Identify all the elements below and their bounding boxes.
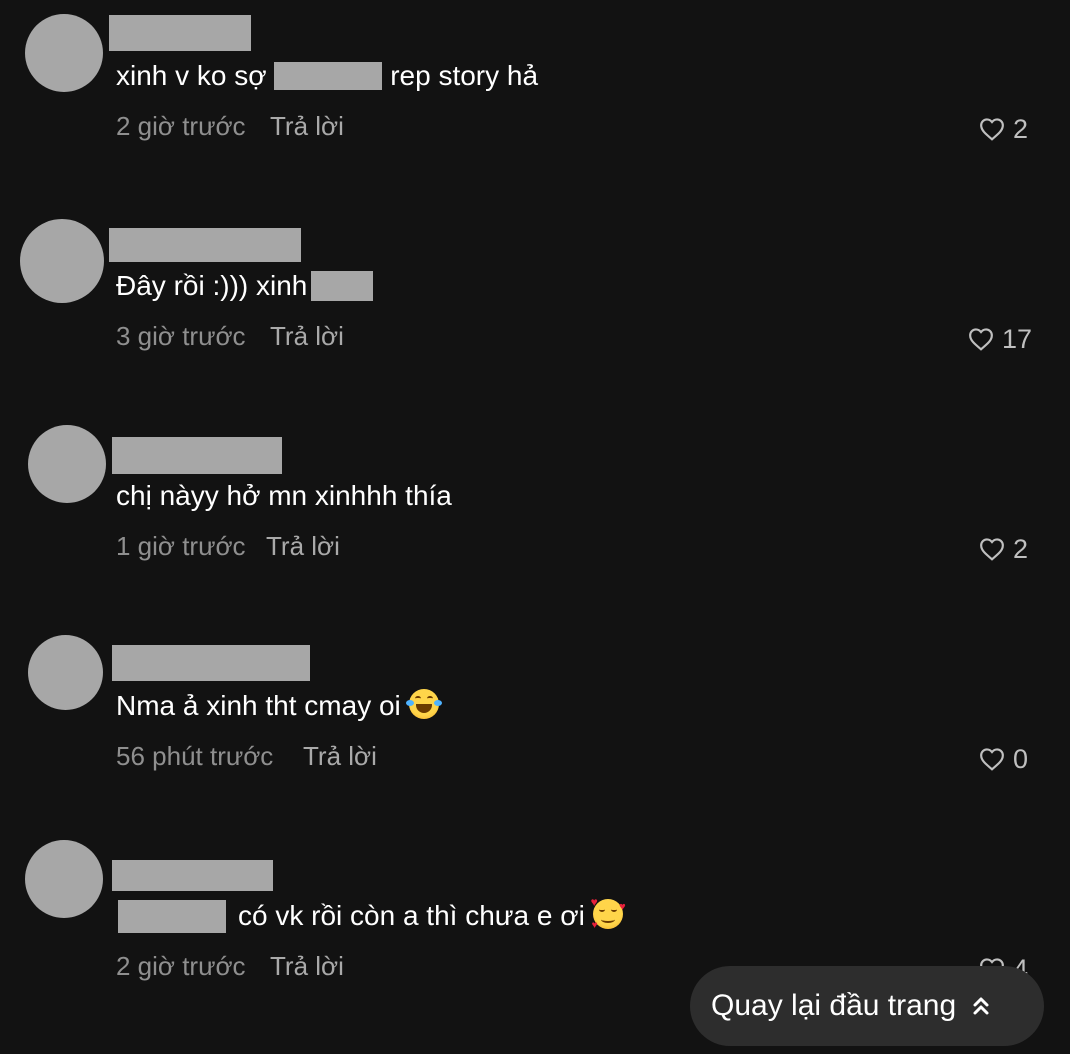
redacted-text	[118, 900, 226, 933]
comment-item: Nma ả xinh tht cmay oi 56 phút trước Trả…	[0, 630, 1070, 830]
heart-icon	[980, 118, 1004, 141]
like-count: 0	[1012, 744, 1028, 774]
comment-item: Đây rồi :))) xinh 3 giờ trước Trả lời 17	[0, 210, 1070, 410]
comment-time: 56 phút trước	[116, 741, 274, 771]
like-count: 17	[1001, 324, 1032, 354]
like-button[interactable]: 2	[979, 533, 1028, 565]
redacted-username[interactable]	[109, 15, 251, 51]
avatar[interactable]	[25, 840, 103, 918]
heart-icon	[980, 748, 1004, 771]
like-count: 2	[1012, 534, 1028, 564]
reply-button[interactable]: Trả lời	[303, 740, 377, 772]
like-count: 2	[1012, 114, 1028, 144]
heart-icon	[980, 538, 1004, 561]
smiling-face-with-hearts-emoji: ♥ ♥ ♥	[590, 895, 626, 931]
redacted-username[interactable]	[112, 860, 273, 891]
comment-text: xinh v ko sợ rep story hả	[116, 60, 539, 91]
back-to-top-button[interactable]: Quay lại đầu trang	[690, 966, 1044, 1046]
redacted-username[interactable]	[112, 437, 282, 474]
redacted-text	[311, 271, 374, 301]
avatar[interactable]	[28, 425, 106, 503]
heart-icon	[969, 328, 993, 351]
like-button[interactable]: 17	[968, 323, 1032, 355]
comment-time: 2 giờ trước	[116, 111, 246, 141]
reply-button[interactable]: Trả lời	[270, 320, 344, 352]
avatar[interactable]	[25, 14, 103, 92]
back-to-top-label: Quay lại đầu trang	[711, 989, 957, 1022]
comment-text: có vk rồi còn a thì chưa e ơi ♥ ♥ ♥	[118, 895, 626, 933]
comment-text: Đây rồi :))) xinh	[116, 269, 374, 303]
avatar[interactable]	[20, 219, 104, 303]
avatar[interactable]	[28, 635, 103, 710]
reply-button[interactable]: Trả lời	[266, 530, 340, 562]
like-button[interactable]: 0	[979, 743, 1028, 775]
reply-button[interactable]: Trả lời	[270, 110, 344, 142]
comment-text: Nma ả xinh tht cmay oi	[116, 689, 442, 723]
redacted-username[interactable]	[112, 645, 310, 681]
reply-button[interactable]: Trả lời	[270, 950, 344, 982]
tears-of-joy-emoji	[405, 689, 442, 719]
double-chevron-up-icon	[973, 997, 989, 1015]
like-button[interactable]: 2	[979, 113, 1028, 145]
comment-time: 2 giờ trước	[116, 951, 246, 981]
comment-text: chị nàyy hở mn xinhhh thía	[116, 480, 452, 511]
comment-item: xinh v ko sợ rep story hả 2 giờ trước Tr…	[0, 0, 1070, 200]
redacted-text	[274, 62, 383, 90]
comment-time: 1 giờ trước	[116, 531, 246, 561]
comment-item: chị nàyy hở mn xinhhh thía 1 giờ trước T…	[0, 420, 1070, 620]
redacted-username[interactable]	[109, 228, 301, 262]
comment-time: 3 giờ trước	[116, 321, 246, 351]
